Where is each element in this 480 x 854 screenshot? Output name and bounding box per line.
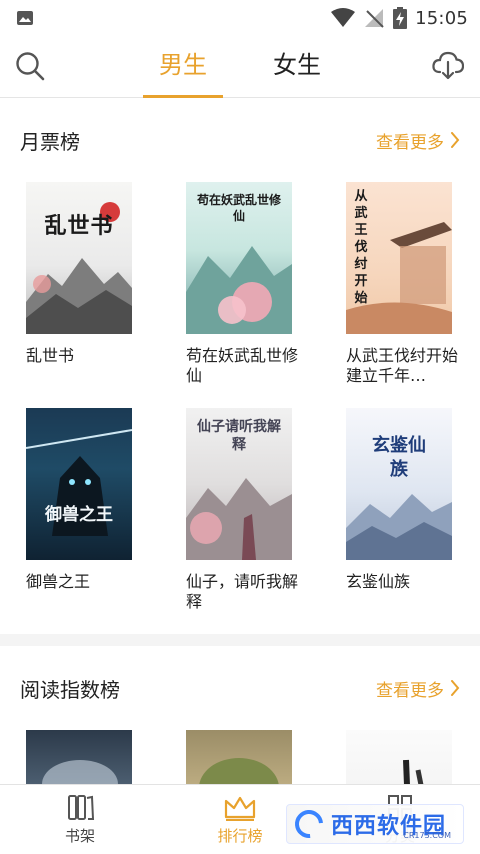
nav-bookshelf[interactable]: 书架 [0, 785, 160, 854]
no-signal-icon [365, 9, 384, 28]
cover-title: 仙子请听我解释 [197, 419, 281, 453]
monthly-ticket-section: 月票榜 查看更多 乱世书 乱世书 苟在妖武乱世修仙 苟在妖武乱世修仙 从武王伐纣… [0, 98, 480, 634]
book-item[interactable]: 御兽之王 御兽之王 [26, 408, 176, 628]
book-item[interactable]: 仙子请听我解释 仙子，请听我解释 [186, 408, 336, 628]
status-time: 15:05 [415, 7, 468, 29]
book-cover: 玄鉴仙族 [346, 408, 452, 560]
cover-art [26, 202, 132, 334]
app-screen: 15:05 男生 女生 月票榜 查看更多 乱世书 乱世书 苟在妖武乱世修仙 苟在… [0, 0, 480, 854]
section-title: 月票榜 [20, 129, 80, 154]
cover-art [42, 760, 118, 784]
watermark: 西西软件园 CR173.COM [286, 804, 464, 844]
cover-art [199, 758, 279, 784]
watermark-small-text: CR173.COM [403, 831, 451, 840]
book-item[interactable] [26, 730, 176, 784]
chevron-right-icon [451, 132, 460, 148]
book-cover: 从武王伐纣开始 [346, 182, 452, 334]
tab-male[interactable]: 男生 [143, 36, 223, 98]
book-item[interactable]: 苟在妖武乱世修仙 苟在妖武乱世修仙 [186, 182, 336, 402]
view-more-label: 查看更多 [376, 132, 444, 153]
battery-charging-icon [393, 7, 408, 29]
cover-art [26, 429, 132, 536]
top-bar: 男生 女生 [0, 36, 480, 98]
book-item[interactable]: 从武王伐纣开始 从武王伐纣开始建立千年… [346, 182, 480, 402]
book-cover: 乱世书 [26, 182, 132, 334]
book-item[interactable] [346, 730, 480, 784]
book-cover [346, 730, 452, 784]
book-title: 仙子，请听我解释 [186, 572, 299, 611]
nav-label: 排行榜 [217, 827, 263, 845]
ranking-content: 月票榜 查看更多 乱世书 乱世书 苟在妖武乱世修仙 苟在妖武乱世修仙 从武王伐纣… [0, 98, 480, 784]
cloud-download-icon [432, 51, 464, 80]
book-item[interactable]: 乱世书 乱世书 [26, 182, 176, 402]
gender-tabs: 男生 女生 [0, 36, 480, 98]
view-more-link[interactable]: 查看更多 [376, 128, 460, 153]
book-cover [26, 730, 132, 784]
cover-art [403, 759, 424, 784]
section-title: 阅读指数榜 [20, 677, 120, 702]
book-title: 从武王伐纣开始建立千年… [346, 346, 459, 385]
book-title: 苟在妖武乱世修仙 [186, 346, 299, 385]
cloud-download-button[interactable] [430, 48, 466, 84]
book-title: 乱世书 [26, 346, 75, 365]
cover-title: 从武王伐纣开始 [354, 189, 368, 306]
cover-title: 乱世书 [44, 213, 114, 239]
crown-icon [224, 796, 256, 821]
cover-title: 苟在妖武乱世修仙 [196, 193, 281, 223]
book-item[interactable] [186, 730, 336, 784]
watermark-logo-icon [289, 804, 329, 844]
book-cover: 御兽之王 [26, 408, 132, 560]
book-title: 玄鉴仙族 [346, 572, 411, 591]
book-cover [186, 730, 292, 784]
book-cover: 苟在妖武乱世修仙 [186, 182, 292, 334]
reading-index-section: 阅读指数榜 查看更多 [0, 646, 480, 784]
bookshelf-icon [68, 795, 95, 820]
book-cover: 仙子请听我解释 [186, 408, 292, 560]
cover-title: 御兽之王 [45, 505, 113, 525]
book-item[interactable]: 玄鉴仙族 玄鉴仙族 [346, 408, 480, 628]
cover-title: 玄鉴仙族 [372, 435, 426, 480]
book-title: 御兽之王 [26, 572, 91, 591]
nav-label: 书架 [64, 827, 95, 845]
tab-female[interactable]: 女生 [257, 36, 337, 98]
status-bar: 15:05 [0, 0, 480, 36]
wifi-icon [331, 8, 356, 27]
chevron-right-icon [451, 680, 460, 696]
cover-art [346, 494, 452, 560]
image-notification-icon [17, 11, 33, 25]
view-more-label: 查看更多 [376, 680, 444, 701]
bottom-nav: 书架 排行榜 分类 西西软件园 CR173.COM [0, 784, 480, 854]
view-more-link[interactable]: 查看更多 [376, 676, 460, 701]
